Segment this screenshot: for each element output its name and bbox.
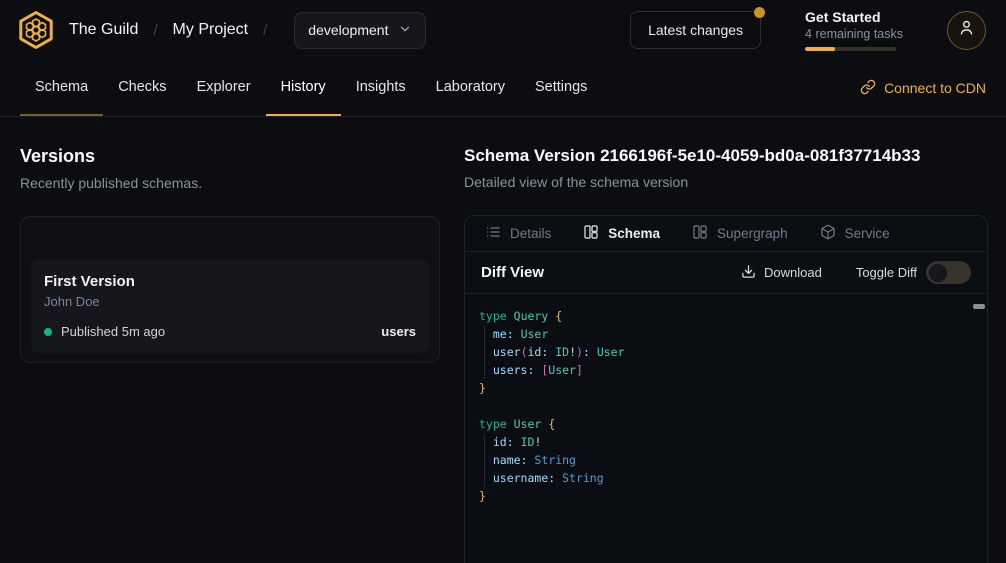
user-avatar-button[interactable] (947, 11, 986, 50)
version-meta-row: Published 5m ago users (44, 324, 416, 339)
tab-details-label: Details (510, 226, 551, 241)
schema-version-subtitle: Detailed view of the schema version (464, 174, 988, 190)
published-status-dot (44, 328, 52, 336)
chevron-down-icon (398, 22, 412, 39)
get-started-progressbar (805, 47, 896, 51)
guild-logo-icon (16, 10, 56, 50)
scrollbar-thumb[interactable] (973, 304, 985, 309)
link-chain-icon (860, 79, 876, 98)
latest-changes-label: Latest changes (648, 22, 743, 38)
get-started-widget[interactable]: Get Started 4 remaining tasks (805, 9, 903, 51)
version-list-item[interactable]: First Version John Doe Published 5m ago … (31, 260, 429, 353)
tab-schema-view-label: Schema (608, 226, 660, 241)
versions-subtitle: Recently published schemas. (20, 175, 440, 191)
tab-explorer[interactable]: Explorer (182, 60, 266, 116)
latest-changes-button[interactable]: Latest changes (630, 11, 761, 49)
main-content: Versions Recently published schemas. Fir… (0, 117, 1006, 563)
person-icon (957, 18, 976, 42)
columns-icon (692, 224, 708, 243)
download-button[interactable]: Download (741, 264, 822, 282)
version-author: John Doe (44, 294, 416, 309)
target-selector-dropdown[interactable]: development (294, 12, 426, 49)
connect-to-cdn-link[interactable]: Connect to CDN (860, 60, 986, 116)
org-breadcrumb-link[interactable]: The Guild (69, 21, 138, 39)
tab-settings[interactable]: Settings (520, 60, 602, 116)
schema-detail-card: Details Schema Supergraph (464, 215, 988, 563)
code-block: type Query { me: User user(id: ID!): Use… (479, 307, 971, 505)
tab-insights[interactable]: Insights (341, 60, 421, 116)
schema-detail-tabs: Details Schema Supergraph (465, 216, 987, 252)
tab-schema-view[interactable]: Schema (583, 224, 660, 243)
versions-list-card: First Version John Doe Published 5m ago … (20, 216, 440, 363)
toggle-diff-knob (929, 264, 947, 282)
breadcrumb-separator: / (263, 22, 267, 39)
toggle-diff-switch[interactable] (926, 261, 971, 284)
diff-toolbar: Diff View Download Toggle Diff (465, 252, 987, 294)
project-breadcrumb-link[interactable]: My Project (173, 21, 249, 39)
target-selector-value: development (308, 22, 388, 38)
download-icon (741, 264, 756, 282)
notification-dot (754, 7, 765, 18)
version-name: First Version (44, 273, 416, 290)
version-status: Published 5m ago (61, 324, 165, 339)
app-root: The Guild / My Project / development Lat… (0, 0, 1006, 563)
diff-view-title: Diff View (481, 264, 544, 281)
schema-code-viewer: type Query { me: User user(id: ID!): Use… (465, 294, 987, 563)
versions-title: Versions (20, 146, 440, 167)
columns-icon (583, 224, 599, 243)
connect-to-cdn-label: Connect to CDN (884, 80, 986, 96)
list-icon (485, 224, 501, 243)
main-nav: Schema Checks Explorer History Insights … (0, 60, 1006, 117)
get-started-title: Get Started (805, 9, 903, 25)
version-service-badge: users (381, 324, 416, 339)
schema-version-title: Schema Version 2166196f-5e10-4059-bd0a-0… (464, 146, 988, 166)
get-started-subtitle: 4 remaining tasks (805, 27, 903, 41)
get-started-progress-fill (805, 47, 835, 51)
header: The Guild / My Project / development Lat… (0, 0, 1006, 60)
toggle-diff-label: Toggle Diff (856, 265, 917, 280)
indent-guide (484, 434, 485, 487)
tab-checks[interactable]: Checks (103, 60, 181, 116)
tab-history[interactable]: History (266, 60, 341, 116)
indent-guide (484, 326, 485, 379)
tab-supergraph-label: Supergraph (717, 226, 788, 241)
tab-service[interactable]: Service (820, 224, 890, 243)
tab-schema[interactable]: Schema (20, 60, 103, 116)
schema-version-panel: Schema Version 2166196f-5e10-4059-bd0a-0… (464, 146, 988, 563)
download-label: Download (764, 265, 822, 280)
tab-laboratory[interactable]: Laboratory (421, 60, 520, 116)
cube-icon (820, 224, 836, 243)
tab-service-label: Service (845, 226, 890, 241)
tab-details[interactable]: Details (485, 224, 551, 243)
header-right-cluster: Latest changes Get Started 4 remaining t… (630, 9, 986, 51)
versions-panel: Versions Recently published schemas. Fir… (20, 146, 440, 563)
breadcrumb-separator: / (153, 22, 157, 39)
tab-supergraph[interactable]: Supergraph (692, 224, 788, 243)
